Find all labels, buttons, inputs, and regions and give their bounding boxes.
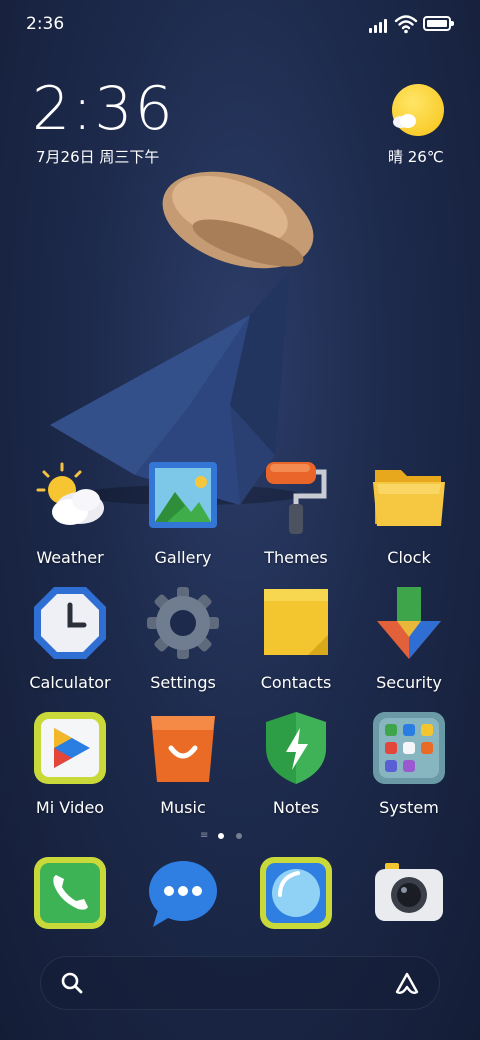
shopping-bag-icon <box>151 716 215 782</box>
page-indicator[interactable]: ≡ <box>200 830 280 842</box>
signal-icon <box>369 17 391 33</box>
search-bar[interactable] <box>40 956 440 1010</box>
sun-icon[interactable] <box>392 84 444 136</box>
gear-icon <box>147 587 219 659</box>
weather-widget-text[interactable]: 晴 26℃ <box>388 146 444 167</box>
app-label: Contacts <box>260 673 332 692</box>
camera-icon <box>375 863 443 921</box>
app-weather[interactable]: Weather <box>15 460 125 567</box>
app-label: Themes <box>264 548 328 567</box>
search-icon <box>61 972 83 994</box>
app-contacts[interactable]: Contacts <box>241 585 351 692</box>
dock-browser[interactable] <box>241 855 351 935</box>
app-label: Notes <box>272 798 320 817</box>
dock-phone[interactable] <box>15 855 125 935</box>
app-label: Security <box>376 673 442 692</box>
page-dot-active <box>218 833 224 839</box>
wifi-icon <box>394 15 418 34</box>
paint-roller-icon <box>266 462 327 534</box>
app-label: Gallery <box>154 548 212 567</box>
clock-widget-time[interactable]: 2:36 <box>32 74 175 144</box>
sticky-note-icon <box>264 589 328 655</box>
cloud-icon <box>393 114 416 128</box>
status-time: 2:36 <box>26 14 65 34</box>
app-clock[interactable]: Clock <box>354 460 464 567</box>
folder-icon <box>373 470 445 526</box>
app-security[interactable]: Security <box>354 585 464 692</box>
browser-icon <box>260 857 332 929</box>
app-label: Clock <box>387 548 431 567</box>
app-label: System <box>379 798 439 817</box>
status-bar: 2:36 <box>0 0 480 50</box>
assistant-icon[interactable] <box>393 971 421 997</box>
app-label: Settings <box>150 673 216 692</box>
weather-icon <box>36 462 104 525</box>
dock-messages[interactable] <box>128 855 238 935</box>
play-icon <box>34 712 106 784</box>
app-themes[interactable]: Themes <box>241 460 351 567</box>
clock-icon <box>34 587 106 659</box>
app-folder-icon <box>373 712 445 784</box>
shield-icon <box>266 712 326 784</box>
app-settings[interactable]: Settings <box>128 585 238 692</box>
page-dot <box>236 833 242 839</box>
app-label: Mi Video <box>35 798 105 817</box>
app-gallery[interactable]: Gallery <box>128 460 238 567</box>
battery-icon <box>423 16 454 31</box>
clock-widget-date[interactable]: 7月26日 周三下午 <box>36 146 159 167</box>
dock-camera[interactable] <box>354 855 464 935</box>
gallery-icon <box>149 462 217 528</box>
app-music[interactable]: Music <box>128 710 238 817</box>
messages-icon <box>149 861 217 927</box>
phone-icon <box>34 857 106 929</box>
security-arrow-icon <box>377 587 441 659</box>
app-label: Calculator <box>29 673 111 692</box>
app-calculator[interactable]: Calculator <box>15 585 125 692</box>
app-system[interactable]: System <box>354 710 464 817</box>
app-notes[interactable]: Notes <box>241 710 351 817</box>
list-icon: ≡ <box>200 830 209 841</box>
app-mi-video[interactable]: Mi Video <box>15 710 125 817</box>
app-label: Music <box>160 798 206 817</box>
app-label: Weather <box>36 548 104 567</box>
